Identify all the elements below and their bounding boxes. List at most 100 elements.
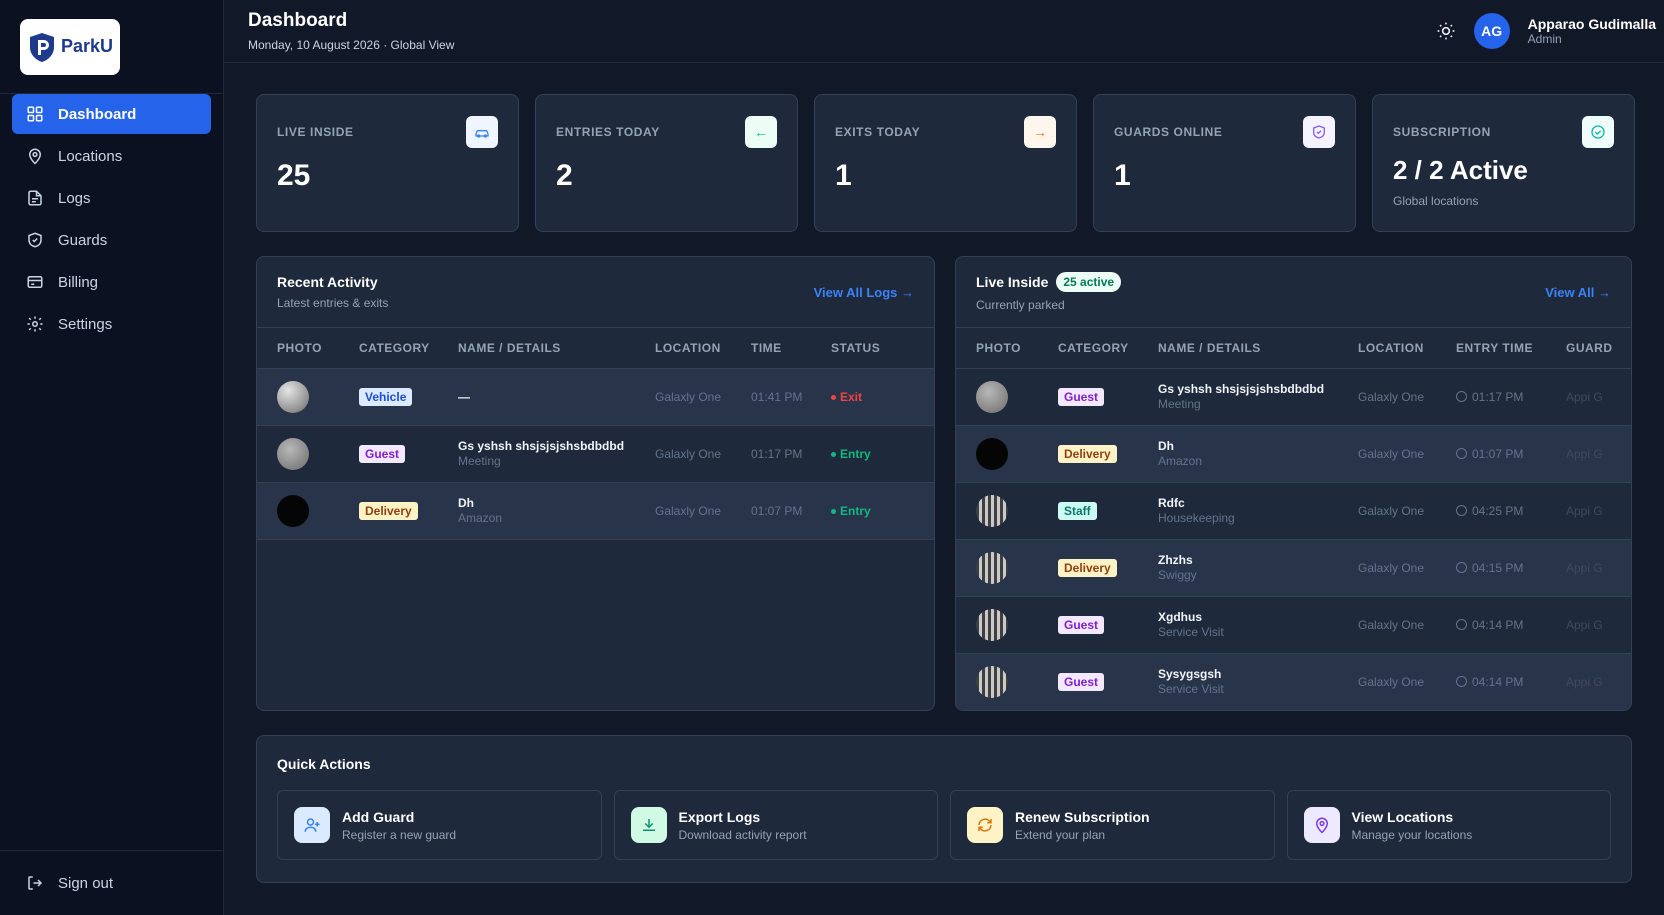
status-badge: Exit xyxy=(831,390,862,404)
clock-icon xyxy=(1456,618,1467,630)
view-all-live-link[interactable]: View All → xyxy=(1545,285,1611,300)
row-location: Galaxly One xyxy=(1338,653,1436,710)
table-row[interactable]: Guest Gs yshsh shsjsjsjshsbdbdbd Meeting … xyxy=(257,425,934,483)
panel-title: Recent Activity xyxy=(277,274,378,290)
row-location: Galaxly One xyxy=(635,425,731,483)
row-time: 01:41 PM xyxy=(731,368,811,426)
row-detail: Amazon xyxy=(458,511,503,525)
column-header: ENTRY TIME xyxy=(1436,328,1546,369)
avatar[interactable]: AG xyxy=(1473,13,1510,49)
map-pin-icon xyxy=(28,148,42,165)
row-detail: Amazon xyxy=(1158,454,1203,468)
row-location: Galaxly One xyxy=(1338,539,1436,597)
sign-out-button[interactable]: Sign out xyxy=(12,863,211,903)
sidebar-item-locations[interactable]: Locations xyxy=(12,136,211,176)
table-row[interactable]: Delivery Dh Amazon Galaxly One 01:07 PM A… xyxy=(956,425,1631,483)
user-info[interactable]: Apparao Gudimalla Admin xyxy=(1528,16,1656,46)
stat-live-inside: LIVE INSIDE 25 xyxy=(256,94,519,232)
user-name: Apparao Gudimalla xyxy=(1527,16,1656,32)
row-location: Galaxly One xyxy=(1338,425,1436,483)
export-logs-button[interactable]: Export Logs Download activity report xyxy=(613,790,938,860)
table-row[interactable]: Guest Gs yshsh shsjsjsjshsbdbdbd Meeting … xyxy=(956,368,1631,426)
active-count-badge: 25 active xyxy=(1056,272,1122,292)
logo[interactable]: ParkU xyxy=(20,18,120,75)
action-subtitle: Download activity report xyxy=(678,827,807,842)
table-row[interactable]: Staff Rdfc Housekeeping Galaxly One 04:25… xyxy=(956,482,1631,540)
panel-subtitle: Currently parked xyxy=(976,298,1065,312)
row-location: Galaxly One xyxy=(635,482,731,540)
shield-icon xyxy=(28,232,42,248)
stat-subscription: SUBSCRIPTION 2 / 2 Active Global locatio… xyxy=(1372,94,1635,232)
sidebar-item-billing[interactable]: Billing xyxy=(12,262,211,302)
page-title: Dashboard xyxy=(248,10,348,31)
live-inside-table: PHOTO CATEGORY NAME / DETAILS LOCATION E… xyxy=(956,328,1631,710)
row-time: 04:15 PM xyxy=(1472,560,1524,575)
sun-icon[interactable] xyxy=(1436,21,1456,41)
row-time: 01:17 PM xyxy=(731,425,811,483)
photo-thumbnail[interactable] xyxy=(976,665,1008,698)
card-icon xyxy=(27,276,43,288)
row-time: 01:17 PM xyxy=(1472,389,1524,404)
renew-subscription-button[interactable]: Renew Subscription Extend your plan xyxy=(950,790,1275,860)
row-detail: Housekeeping xyxy=(1158,511,1235,525)
category-badge: Guest xyxy=(1058,672,1105,691)
row-location: Galaxly One xyxy=(1338,482,1436,540)
stat-value: 1 xyxy=(835,159,852,192)
row-time: 01:07 PM xyxy=(1472,446,1524,461)
sidebar-item-logs[interactable]: Logs xyxy=(12,178,211,218)
row-time: 04:25 PM xyxy=(1472,503,1524,518)
table-row[interactable]: Vehicle — Galaxly One 01:41 PM Exit xyxy=(257,368,934,426)
clock-icon xyxy=(1456,675,1467,687)
content: LIVE INSIDE 25 ENTRIES TODAY 2 ← EXITS T… xyxy=(224,63,1664,883)
recent-activity-table: PHOTO CATEGORY NAME / DETAILS LOCATION T… xyxy=(257,328,934,540)
table-row[interactable]: Guest Xgdhus Service Visit Galaxly One 04… xyxy=(956,596,1631,654)
table-row[interactable]: Guest Sysygsgsh Service Visit Galaxly One… xyxy=(956,653,1631,710)
sidebar-item-guards[interactable]: Guards xyxy=(12,220,211,260)
quick-actions-title: Quick Actions xyxy=(277,756,371,772)
photo-thumbnail[interactable] xyxy=(976,551,1008,584)
add-guard-button[interactable]: Add Guard Register a new guard xyxy=(277,790,602,860)
table-row[interactable]: Delivery Zhzhs Swiggy Galaxly One 04:15 P… xyxy=(956,539,1631,597)
view-all-logs-link[interactable]: View All Logs → xyxy=(814,285,914,300)
column-header: LOCATION xyxy=(1338,328,1436,369)
photo-thumbnail[interactable] xyxy=(277,437,309,470)
photo-thumbnail[interactable] xyxy=(976,608,1008,641)
category-badge: Delivery xyxy=(1058,558,1117,577)
category-badge: Delivery xyxy=(359,501,418,520)
map-pin-icon xyxy=(1303,807,1340,843)
shield-icon xyxy=(1303,116,1335,148)
view-locations-button[interactable]: View Locations Manage your locations xyxy=(1286,790,1611,860)
action-subtitle: Extend your plan xyxy=(1015,827,1106,842)
row-time: 01:07 PM xyxy=(731,482,811,540)
photo-thumbnail[interactable] xyxy=(976,380,1008,413)
live-inside-panel: Live Inside 25 active Currently parked V… xyxy=(955,256,1632,711)
category-badge: Guest xyxy=(359,444,406,463)
column-header: STATUS xyxy=(811,328,934,369)
stat-note: Global locations xyxy=(1393,194,1479,208)
row-time: 04:14 PM xyxy=(1472,617,1524,632)
photo-thumbnail[interactable] xyxy=(976,437,1008,470)
category-badge: Delivery xyxy=(1058,444,1117,463)
sidebar-item-label: Locations xyxy=(58,147,123,165)
sidebar-item-dashboard[interactable]: Dashboard xyxy=(12,94,211,134)
sidebar-item-settings[interactable]: Settings xyxy=(12,304,211,344)
gear-icon xyxy=(27,316,43,332)
row-detail: Service Visit xyxy=(1158,682,1224,696)
row-detail: Service Visit xyxy=(1158,625,1224,639)
column-header: LOCATION xyxy=(635,328,731,369)
photo-thumbnail[interactable] xyxy=(277,494,309,527)
sidebar-item-label: Settings xyxy=(58,315,113,333)
download-icon xyxy=(630,807,667,843)
column-header: NAME / DETAILS xyxy=(438,328,635,369)
photo-thumbnail[interactable] xyxy=(277,380,309,413)
user-plus-icon xyxy=(294,807,330,843)
app-root: ParkU Dashboard Locations Logs Guards Bi… xyxy=(0,0,1664,915)
car-icon xyxy=(466,116,498,148)
page-subtitle: Monday, 10 August 2026 · Global View xyxy=(248,38,455,52)
row-guard: Appi G xyxy=(1546,425,1631,483)
table-row[interactable]: Delivery Dh Amazon Galaxly One 01:07 PM E… xyxy=(257,482,934,540)
panel-header: Recent Activity Latest entries & exits V… xyxy=(257,257,934,328)
column-header: CATEGORY xyxy=(339,328,438,369)
photo-thumbnail[interactable] xyxy=(976,494,1008,527)
row-guard: Appi G xyxy=(1546,539,1631,597)
